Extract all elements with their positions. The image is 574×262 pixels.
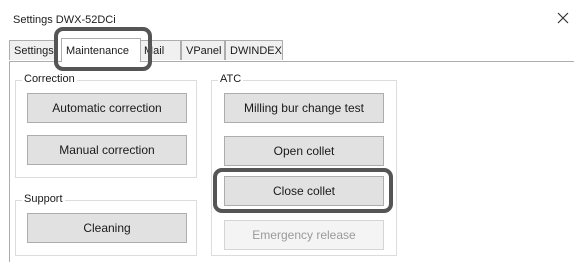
correction-group-label: Correction bbox=[22, 73, 77, 85]
open-collet-button[interactable]: Open collet bbox=[224, 136, 384, 166]
close-icon bbox=[557, 12, 569, 24]
cleaning-button[interactable]: Cleaning bbox=[27, 213, 187, 243]
automatic-correction-button[interactable]: Automatic correction bbox=[27, 93, 187, 123]
tab-dwindex[interactable]: DWINDEX bbox=[225, 40, 283, 60]
milling-bur-change-test-button[interactable]: Milling bur change test bbox=[224, 93, 384, 123]
close-collet-button[interactable]: Close collet bbox=[224, 176, 384, 206]
atc-group-label: ATC bbox=[218, 73, 244, 85]
tab-vpanel[interactable]: VPanel bbox=[181, 40, 225, 60]
tab-mail[interactable]: Mail bbox=[139, 40, 181, 60]
emergency-release-button: Emergency release bbox=[224, 220, 384, 250]
tab-maintenance[interactable]: Maintenance bbox=[61, 38, 141, 62]
window-title: Settings DWX-52DCi bbox=[13, 14, 116, 26]
settings-window: Settings DWX-52DCi Settings Mail VPanel … bbox=[0, 0, 574, 262]
close-button[interactable] bbox=[553, 8, 573, 28]
manual-correction-button[interactable]: Manual correction bbox=[27, 135, 187, 165]
support-group-label: Support bbox=[22, 193, 65, 205]
tab-settings[interactable]: Settings bbox=[9, 40, 55, 60]
